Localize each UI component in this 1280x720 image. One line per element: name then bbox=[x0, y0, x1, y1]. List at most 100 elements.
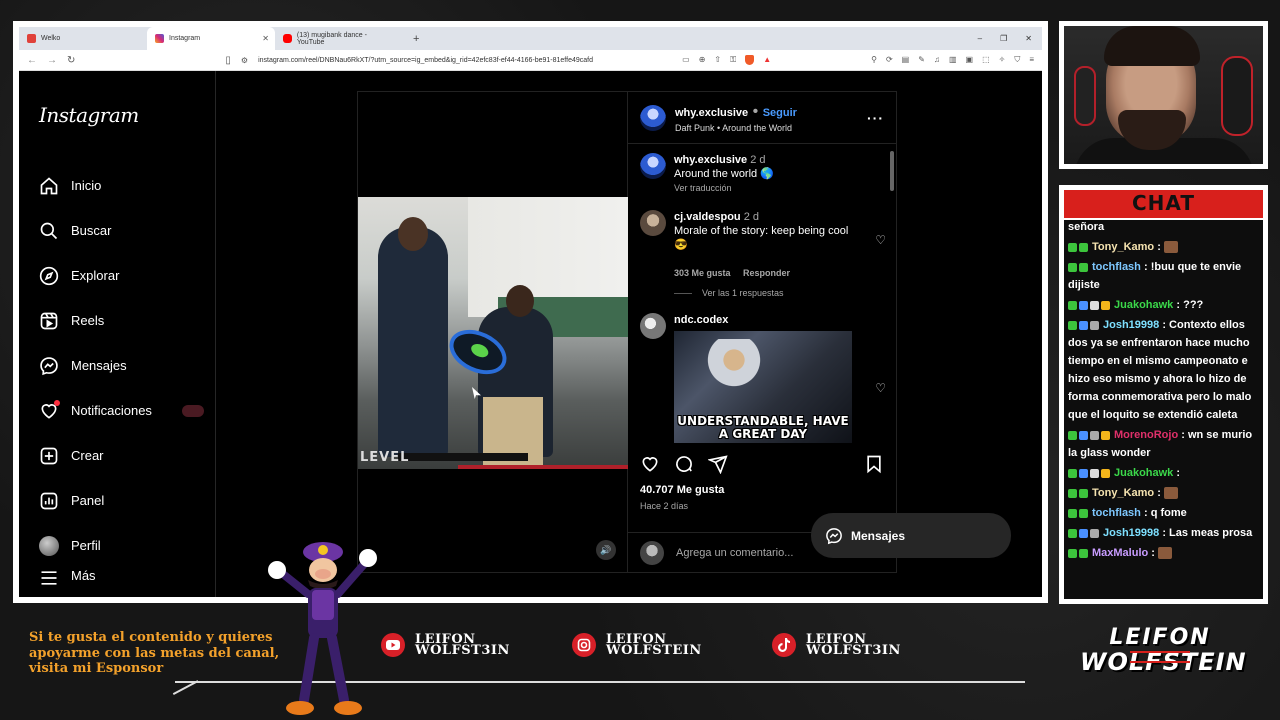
tab-welko[interactable]: Welko bbox=[19, 27, 147, 50]
chat-username[interactable]: Juakohawk bbox=[1114, 467, 1173, 479]
rewards-icon[interactable]: ▲ bbox=[763, 55, 771, 65]
sidebar-item-perfil[interactable]: Perfil bbox=[39, 523, 204, 568]
badge-icon bbox=[1068, 488, 1077, 498]
minimize-icon[interactable]: – bbox=[978, 34, 982, 43]
tab-instagram[interactable]: Instagram ✕ bbox=[147, 27, 275, 50]
sidebar-item-notificaciones[interactable]: Notificaciones bbox=[39, 388, 204, 433]
close-tab-icon[interactable]: ✕ bbox=[262, 34, 269, 43]
chat-username[interactable]: MorenoRojo bbox=[1114, 429, 1178, 441]
comment-username[interactable]: why.exclusive bbox=[674, 154, 747, 166]
music-icon[interactable]: ♫ bbox=[934, 55, 940, 65]
notification-dot bbox=[54, 399, 60, 406]
sidebar-nav: Inicio Buscar Explorar Reels Mensajes No… bbox=[39, 163, 204, 590]
chat-username[interactable]: Tony_Kamo bbox=[1092, 487, 1154, 499]
sidebar-item-panel[interactable]: Panel bbox=[39, 478, 204, 523]
restore-icon[interactable]: ❐ bbox=[1000, 34, 1007, 43]
sidebar-item-label: Notificaciones bbox=[71, 403, 152, 418]
chat-banner: CHAT bbox=[1064, 190, 1263, 220]
chat-message: MaxMalulo : bbox=[1068, 544, 1259, 562]
audio-track[interactable]: Daft Punk • Around the World bbox=[675, 123, 797, 133]
author-username[interactable]: why.exclusive bbox=[675, 107, 748, 119]
chat-username[interactable]: Josh19998 bbox=[1103, 527, 1159, 539]
like-comment-icon[interactable]: ♡ bbox=[875, 233, 886, 247]
comment-input[interactable]: Agrega un comentario... bbox=[676, 547, 793, 559]
comment-likes[interactable]: 303 Me gusta bbox=[674, 268, 731, 278]
wallet-icon[interactable]: ▣ bbox=[966, 55, 974, 65]
avatar[interactable] bbox=[640, 210, 666, 236]
instagram-page: Instagram Inicio Buscar Explorar Reels M… bbox=[19, 71, 1042, 597]
comment-username[interactable]: ndc.codex bbox=[674, 314, 728, 326]
chat-message: Juakohawk : ??? bbox=[1068, 296, 1259, 314]
back-icon[interactable]: ← bbox=[27, 55, 37, 66]
bookmark-icon[interactable]: ▯ bbox=[225, 55, 231, 66]
bookmark-icon[interactable] bbox=[864, 454, 884, 474]
reply-button[interactable]: Responder bbox=[743, 268, 790, 278]
separator-dot: • bbox=[752, 102, 759, 120]
avatar[interactable] bbox=[640, 313, 666, 339]
avatar[interactable] bbox=[640, 104, 666, 131]
url-input[interactable]: instagram.com/reel/DNBNau6RkXT/?utm_sour… bbox=[258, 57, 593, 64]
share-icon[interactable] bbox=[708, 454, 728, 474]
scrollbar[interactable] bbox=[890, 151, 894, 191]
chat-message: tochflash : !buu que te envie dijiste bbox=[1068, 258, 1259, 294]
site-info-icon[interactable]: ⚙ bbox=[241, 56, 248, 65]
sidebar-item-inicio[interactable]: Inicio bbox=[39, 163, 204, 208]
video-frame[interactable]: LEVEL bbox=[358, 197, 628, 469]
reader-icon[interactable]: ▤ bbox=[902, 55, 910, 65]
translate-link[interactable]: Ver traducción bbox=[674, 181, 882, 195]
comment-username[interactable]: cj.valdespou bbox=[674, 211, 741, 223]
avatar[interactable] bbox=[640, 153, 666, 179]
chat-username[interactable]: Josh19998 bbox=[1103, 319, 1159, 331]
sync-icon[interactable]: ⟳ bbox=[886, 55, 893, 65]
brave-shields-icon[interactable] bbox=[745, 55, 755, 65]
share-icon[interactable]: ⇧ bbox=[714, 55, 721, 65]
sidebar-item-crear[interactable]: Crear bbox=[39, 433, 204, 478]
like-comment-icon[interactable]: ♡ bbox=[875, 381, 886, 395]
meme-image[interactable]: UNDERSTANDABLE, HAVE A GREAT DAY bbox=[674, 331, 852, 443]
badge-icons bbox=[1068, 430, 1110, 440]
panel-icon[interactable]: ▥ bbox=[949, 55, 957, 65]
badge-icon bbox=[1068, 468, 1077, 478]
extensions-icon[interactable]: ✎ bbox=[918, 55, 925, 65]
like-heart-icon[interactable] bbox=[640, 454, 660, 474]
follow-button[interactable]: Seguir bbox=[763, 107, 797, 119]
likes-count[interactable]: 40.707 Me gusta bbox=[640, 484, 724, 496]
messages-button[interactable]: Mensajes bbox=[811, 513, 1011, 558]
microphone-icon bbox=[1221, 56, 1253, 136]
chat-username[interactable]: Tony_Kamo bbox=[1092, 241, 1154, 253]
zoom-icon[interactable]: ⊕ bbox=[699, 55, 706, 65]
sidebar-item-explorar[interactable]: Explorar bbox=[39, 253, 204, 298]
chat-username[interactable]: MaxMalulo bbox=[1092, 547, 1148, 559]
close-window-icon[interactable]: ✕ bbox=[1025, 34, 1032, 43]
comments-list[interactable]: why.exclusive 2 d Around the world 🌎 Ver… bbox=[628, 145, 896, 445]
volume-icon[interactable]: 🔊 bbox=[596, 540, 616, 560]
sidebar-item-mas[interactable]: Más bbox=[39, 568, 204, 590]
more-options-icon[interactable]: ··· bbox=[867, 110, 884, 126]
sidebar-item-mensajes[interactable]: Mensajes bbox=[39, 343, 204, 388]
chat-username[interactable]: Juakohawk bbox=[1114, 299, 1173, 311]
reel-video[interactable]: ▣ ▪ LEVEL 🔊 bbox=[358, 92, 628, 572]
instagram-logo[interactable]: Instagram bbox=[39, 103, 139, 127]
screenshot-icon[interactable]: ⬚ bbox=[982, 55, 990, 65]
pin-icon[interactable]: ⚲ bbox=[871, 55, 877, 65]
sidebar-item-buscar[interactable]: Buscar bbox=[39, 208, 204, 253]
chat-text: señora bbox=[1068, 221, 1105, 233]
cast-icon[interactable]: ▭ bbox=[682, 55, 690, 65]
shield-icon[interactable]: ⛉ bbox=[1014, 55, 1020, 65]
window-controls: – ❐ ✕ bbox=[978, 34, 1042, 43]
view-replies[interactable]: Ver las 1 respuestas bbox=[674, 288, 784, 298]
forward-icon[interactable]: → bbox=[47, 55, 57, 66]
new-tab-button[interactable]: + bbox=[403, 33, 429, 45]
key-icon[interactable]: ⚿ bbox=[730, 55, 736, 65]
reload-icon[interactable]: ↻ bbox=[67, 55, 75, 66]
chat-username[interactable]: tochflash bbox=[1092, 507, 1141, 519]
tab-youtube[interactable]: (13) mugibank dance - YouTube bbox=[275, 27, 403, 50]
menu-icon[interactable]: ≡ bbox=[1029, 55, 1034, 65]
streamer-logo: LEIFON WOLFSTEIN bbox=[1080, 625, 1246, 690]
comment-icon[interactable] bbox=[674, 454, 694, 474]
chat-username[interactable]: tochflash bbox=[1092, 261, 1141, 273]
avatar bbox=[640, 540, 664, 565]
sidebar-item-reels[interactable]: Reels bbox=[39, 298, 204, 343]
sparkle-icon[interactable]: ✧ bbox=[999, 55, 1006, 65]
social-tiktok: LEIFON WOLFST3IN bbox=[772, 633, 901, 657]
